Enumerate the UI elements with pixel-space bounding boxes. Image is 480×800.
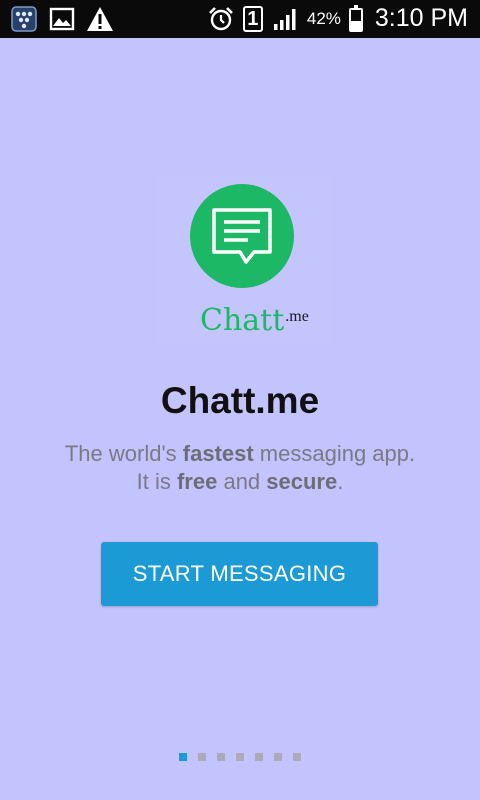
start-messaging-button[interactable]: START MESSAGING bbox=[101, 542, 378, 606]
page-dot-7[interactable] bbox=[293, 753, 301, 761]
tagline-text: The world's bbox=[64, 441, 183, 466]
page-dot-4[interactable] bbox=[236, 753, 244, 761]
battery-level bbox=[350, 21, 361, 30]
tagline-bold: free bbox=[176, 469, 218, 494]
image-icon bbox=[48, 5, 76, 33]
page-dot-5[interactable] bbox=[255, 753, 263, 761]
alarm-icon bbox=[207, 5, 235, 33]
sim-icon: 1 bbox=[242, 5, 263, 32]
status-bar-left bbox=[10, 5, 114, 33]
logo-suffix: .me bbox=[285, 308, 309, 325]
tagline-text: and bbox=[217, 469, 267, 494]
clock: 3:10 PM bbox=[374, 4, 468, 32]
page-dot-2[interactable] bbox=[198, 753, 206, 761]
chat-bubble-icon bbox=[212, 208, 272, 264]
signal-icon bbox=[271, 5, 299, 33]
page-indicator bbox=[179, 753, 301, 761]
battery-percent: 42% bbox=[306, 8, 341, 28]
page-dot-3[interactable] bbox=[217, 753, 225, 761]
tagline: The world's fastest messaging app. It is… bbox=[0, 440, 480, 496]
page-title: Chatt.me bbox=[160, 380, 320, 421]
logo-circle bbox=[190, 184, 294, 288]
logo-wordmark: Chatt.me bbox=[200, 300, 309, 338]
bbm-icon bbox=[10, 5, 38, 33]
logo-word: Chatt bbox=[200, 303, 285, 338]
tagline-bold: secure bbox=[266, 469, 338, 494]
tagline-bold: fastest bbox=[182, 441, 254, 466]
tagline-text: It is bbox=[136, 469, 177, 494]
tagline-line-1: The world's fastest messaging app. bbox=[0, 440, 480, 468]
tagline-text: messaging app. bbox=[253, 441, 416, 466]
tagline-line-2: It is free and secure. bbox=[0, 468, 480, 496]
status-bar-right: 1 42% 3:10 PM bbox=[207, 4, 468, 33]
tagline-text: . bbox=[337, 469, 344, 494]
status-bar: 1 42% 3:10 PM bbox=[0, 0, 480, 38]
warning-icon bbox=[86, 5, 114, 33]
app-logo: Chatt.me bbox=[158, 170, 330, 346]
page-dot-1[interactable] bbox=[179, 753, 187, 761]
battery-icon bbox=[348, 4, 363, 32]
page-dot-6[interactable] bbox=[274, 753, 282, 761]
